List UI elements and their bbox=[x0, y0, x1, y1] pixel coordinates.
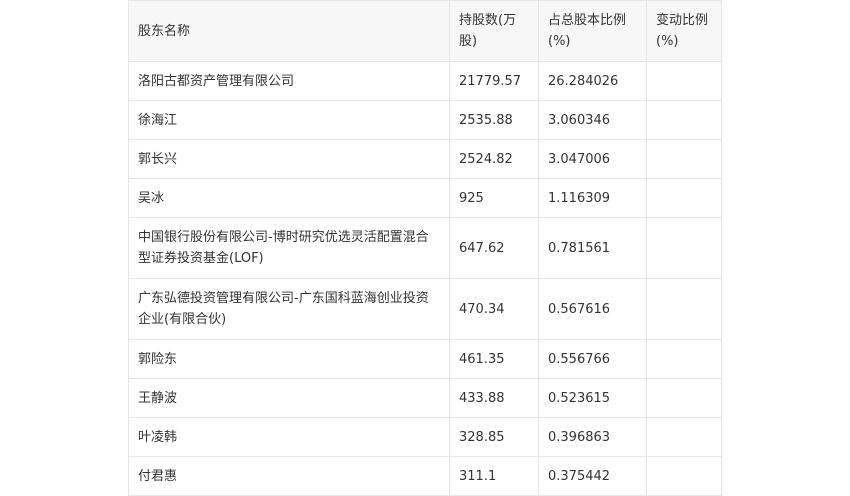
cell-ratio: 0.396863 bbox=[538, 417, 647, 457]
header-shares: 持股数(万股) bbox=[449, 0, 539, 62]
cell-name: 洛阳古都资产管理有限公司 bbox=[128, 61, 450, 101]
cell-change bbox=[646, 417, 722, 457]
shareholder-table: 股东名称 持股数(万股) 占总股本比例(%) 变动比例(%) 洛阳古都资产管理有… bbox=[128, 0, 722, 496]
table-row: 吴冰 925 1.116309 bbox=[128, 178, 722, 218]
cell-name: 王静波 bbox=[128, 378, 450, 418]
cell-ratio: 1.116309 bbox=[538, 178, 647, 218]
cell-ratio: 26.284026 bbox=[538, 61, 647, 101]
table-row: 洛阳古都资产管理有限公司 21779.57 26.284026 bbox=[128, 61, 722, 101]
table-row: 中国银行股份有限公司-博时研究优选灵活配置混合型证券投资基金(LOF) 647.… bbox=[128, 217, 722, 279]
cell-shares: 328.85 bbox=[449, 417, 539, 457]
header-shareholder-name: 股东名称 bbox=[128, 0, 450, 62]
cell-ratio: 0.523615 bbox=[538, 378, 647, 418]
table-header-row: 股东名称 持股数(万股) 占总股本比例(%) 变动比例(%) bbox=[128, 0, 722, 62]
cell-change bbox=[646, 100, 722, 140]
table-row: 广东弘德投资管理有限公司-广东国科蓝海创业投资企业(有限合伙) 470.34 0… bbox=[128, 278, 722, 340]
cell-shares: 311.1 bbox=[449, 456, 539, 496]
table-row: 郭长兴 2524.82 3.047006 bbox=[128, 139, 722, 179]
cell-shares: 433.88 bbox=[449, 378, 539, 418]
cell-name: 徐海江 bbox=[128, 100, 450, 140]
cell-shares: 21779.57 bbox=[449, 61, 539, 101]
table-row: 徐海江 2535.88 3.060346 bbox=[128, 100, 722, 140]
table-row: 付君惠 311.1 0.375442 bbox=[128, 456, 722, 496]
cell-shares: 925 bbox=[449, 178, 539, 218]
table-row: 郭险东 461.35 0.556766 bbox=[128, 339, 722, 379]
cell-change bbox=[646, 339, 722, 379]
cell-change bbox=[646, 378, 722, 418]
cell-name: 吴冰 bbox=[128, 178, 450, 218]
cell-ratio: 0.567616 bbox=[538, 278, 647, 340]
cell-ratio: 0.556766 bbox=[538, 339, 647, 379]
cell-name: 广东弘德投资管理有限公司-广东国科蓝海创业投资企业(有限合伙) bbox=[128, 278, 450, 340]
cell-shares: 647.62 bbox=[449, 217, 539, 279]
cell-shares: 470.34 bbox=[449, 278, 539, 340]
cell-name: 郭长兴 bbox=[128, 139, 450, 179]
cell-shares: 2535.88 bbox=[449, 100, 539, 140]
cell-shares: 2524.82 bbox=[449, 139, 539, 179]
cell-change bbox=[646, 178, 722, 218]
table-row: 叶凌韩 328.85 0.396863 bbox=[128, 417, 722, 457]
cell-shares: 461.35 bbox=[449, 339, 539, 379]
cell-change bbox=[646, 217, 722, 279]
cell-name: 郭险东 bbox=[128, 339, 450, 379]
cell-ratio: 0.375442 bbox=[538, 456, 647, 496]
cell-change bbox=[646, 139, 722, 179]
cell-change bbox=[646, 61, 722, 101]
cell-change bbox=[646, 456, 722, 496]
table-row: 王静波 433.88 0.523615 bbox=[128, 378, 722, 418]
cell-name: 中国银行股份有限公司-博时研究优选灵活配置混合型证券投资基金(LOF) bbox=[128, 217, 450, 279]
cell-change bbox=[646, 278, 722, 340]
cell-name: 付君惠 bbox=[128, 456, 450, 496]
header-share-ratio: 占总股本比例(%) bbox=[538, 0, 647, 62]
shareholder-table-container: 股东名称 持股数(万股) 占总股本比例(%) 变动比例(%) 洛阳古都资产管理有… bbox=[128, 0, 722, 496]
header-change-ratio: 变动比例(%) bbox=[646, 0, 722, 62]
cell-ratio: 3.060346 bbox=[538, 100, 647, 140]
cell-name: 叶凌韩 bbox=[128, 417, 450, 457]
cell-ratio: 0.781561 bbox=[538, 217, 647, 279]
cell-ratio: 3.047006 bbox=[538, 139, 647, 179]
